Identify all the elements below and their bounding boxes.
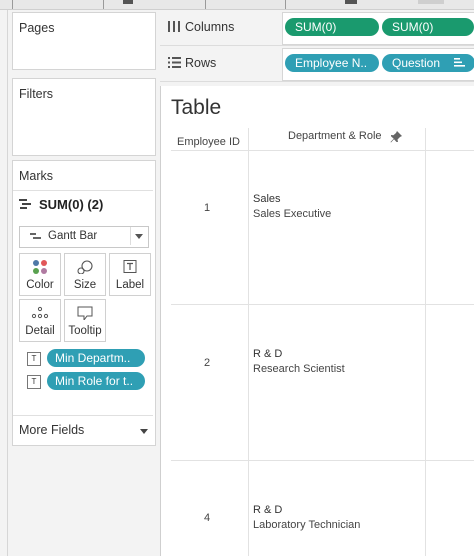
- more-fields-label[interactable]: More Fields: [19, 423, 84, 437]
- toolbar-divider: [205, 0, 206, 9]
- label-button[interactable]: Label: [109, 253, 151, 296]
- header-divider: [171, 150, 474, 151]
- tooltip-icon: [77, 306, 93, 320]
- row-divider: [171, 304, 474, 305]
- color-icon: [33, 260, 47, 274]
- toolbar-divider: [285, 0, 286, 9]
- size-button[interactable]: Size: [64, 253, 106, 296]
- rows-pill[interactable]: Employee N..: [285, 54, 379, 72]
- tooltip-button[interactable]: Tooltip: [64, 299, 106, 342]
- label-icon: [123, 260, 137, 273]
- employee-id-cell: 4: [204, 512, 211, 524]
- pages-card[interactable]: Pages: [12, 12, 156, 70]
- gantt-icon: [19, 199, 31, 209]
- toolbar-tab-edge[interactable]: [345, 0, 357, 4]
- marks-title: Marks: [19, 169, 54, 183]
- columns-pill[interactable]: SUM(0): [285, 18, 379, 36]
- marks-summary-label: SUM(0) (2): [39, 197, 104, 212]
- columns-label: Columns: [185, 20, 235, 34]
- tooltip-label: Tooltip: [68, 325, 102, 337]
- marks-card: Marks SUM(0) (2) Gantt Bar Color Size La…: [12, 160, 156, 446]
- divider: [13, 415, 153, 416]
- divider: [130, 227, 131, 245]
- columns-icon: [168, 21, 180, 32]
- toolbar-divider: [12, 0, 13, 9]
- column-divider: [425, 128, 426, 556]
- columns-shelf: Columns SUM(0) SUM(0): [160, 10, 474, 46]
- detail-button[interactable]: Detail: [19, 299, 61, 342]
- role-cell: Research Scientist: [253, 363, 345, 375]
- size-label: Size: [73, 279, 97, 291]
- department-cell: R & D: [253, 348, 283, 360]
- color-button[interactable]: Color: [19, 253, 61, 296]
- size-icon: [77, 260, 93, 274]
- pane-divider: [7, 10, 8, 556]
- divider: [13, 190, 153, 191]
- rows-pill-label: Question: [392, 56, 441, 70]
- rows-icon: [168, 57, 181, 68]
- color-label: Color: [26, 279, 54, 291]
- chevron-down-icon: [135, 234, 143, 239]
- worksheet-view[interactable]: Table Employee ID Department & Role 1 Sa…: [160, 86, 474, 556]
- employee-id-cell: 1: [204, 202, 211, 214]
- role-cell: Laboratory Technician: [253, 519, 361, 531]
- filters-title: Filters: [19, 87, 54, 101]
- filters-card[interactable]: Filters: [12, 78, 156, 156]
- header-department-role[interactable]: Department & Role: [288, 130, 382, 142]
- pages-title: Pages: [19, 21, 55, 35]
- sheet-title: Table: [171, 96, 222, 119]
- department-cell: Sales: [253, 193, 281, 205]
- top-toolbar: [0, 0, 474, 10]
- mark-field-pill[interactable]: Min Role for t..: [47, 372, 145, 390]
- department-cell: R & D: [253, 504, 283, 516]
- header-employee-id[interactable]: Employee ID: [177, 136, 240, 148]
- marks-summary-row[interactable]: SUM(0) (2): [19, 197, 103, 212]
- toolbar-divider: [103, 0, 104, 9]
- columns-pill[interactable]: SUM(0): [382, 18, 474, 36]
- rows-drop-area[interactable]: Employee N.. Question: [282, 48, 474, 81]
- text-type-icon[interactable]: T: [27, 352, 41, 366]
- rows-shelf: Rows Employee N.. Question: [160, 46, 474, 82]
- rows-label: Rows: [185, 56, 217, 70]
- toolbar-tab[interactable]: [418, 0, 444, 4]
- label-label: Label: [115, 279, 145, 291]
- mark-field-pill[interactable]: Min Departm..: [47, 349, 145, 367]
- detail-icon: [31, 306, 49, 319]
- detail-label: Detail: [25, 325, 55, 337]
- mark-type-label: Gantt Bar: [48, 230, 98, 242]
- pin-icon[interactable]: [390, 131, 402, 143]
- role-cell: Sales Executive: [253, 208, 332, 220]
- column-divider: [248, 128, 249, 556]
- sort-icon[interactable]: [454, 58, 465, 67]
- toolbar-tab-edge[interactable]: [123, 0, 133, 4]
- gantt-icon: [30, 233, 41, 239]
- mark-type-dropdown[interactable]: Gantt Bar: [19, 226, 149, 248]
- columns-drop-area[interactable]: SUM(0) SUM(0): [282, 12, 474, 45]
- chevron-down-icon[interactable]: [140, 429, 148, 434]
- text-type-icon[interactable]: T: [27, 375, 41, 389]
- row-divider: [171, 460, 474, 461]
- rows-pill[interactable]: Question: [382, 54, 474, 72]
- employee-id-cell: 2: [204, 357, 211, 369]
